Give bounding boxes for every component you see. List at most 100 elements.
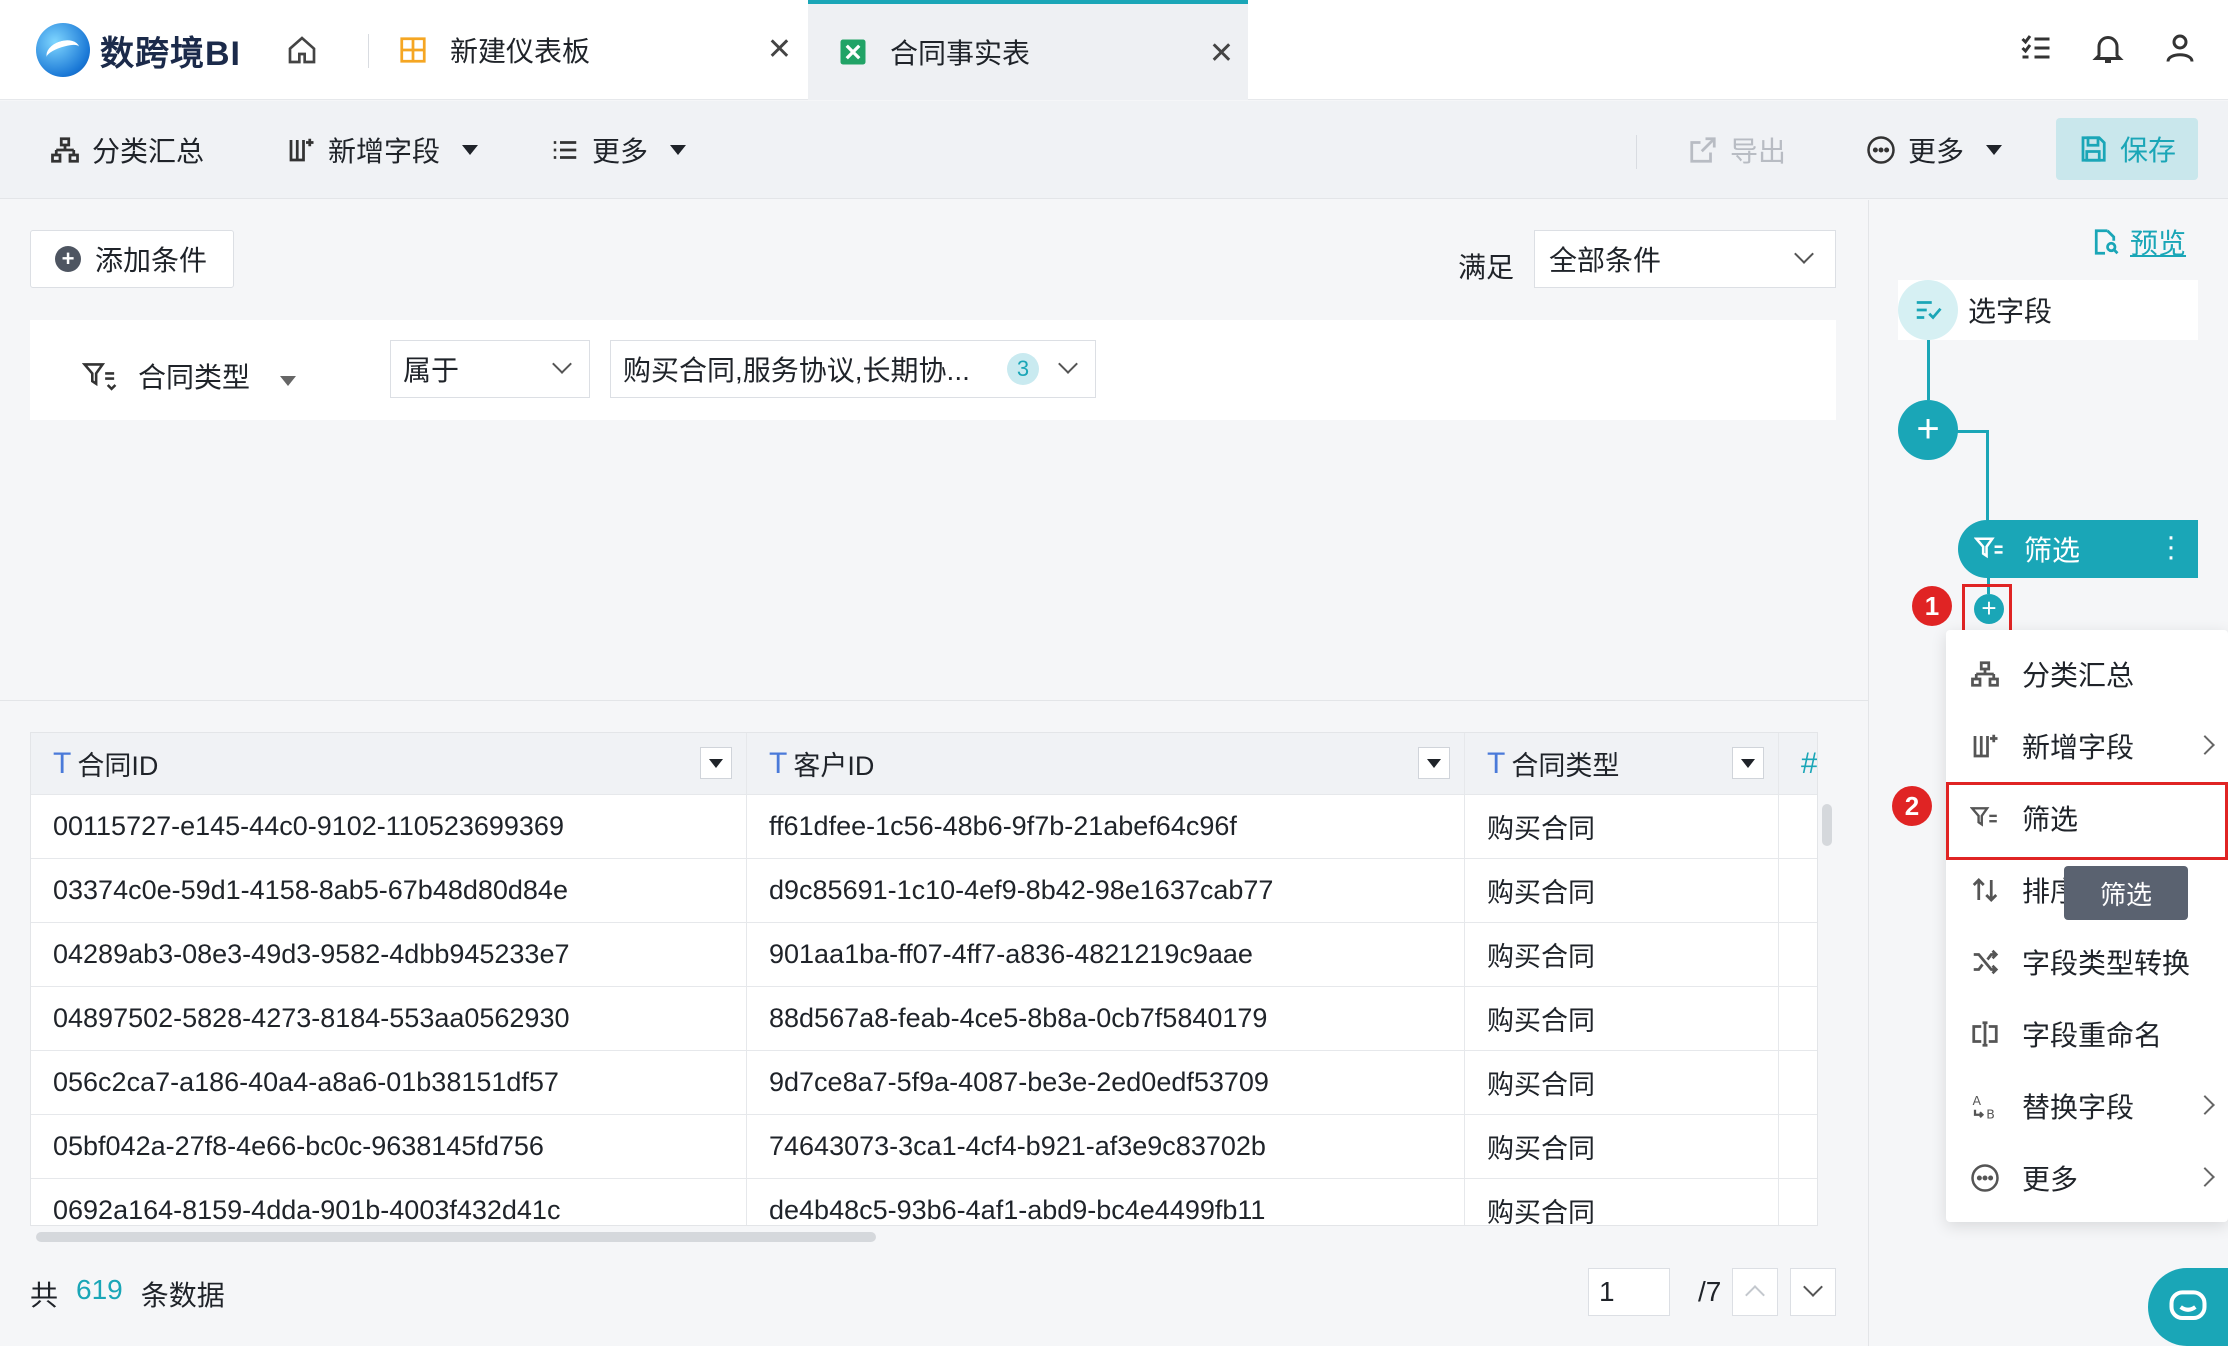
text-type-icon: T: [53, 746, 72, 780]
condition-field-label: 合同类型: [138, 362, 251, 393]
table-cell[interactable]: 9d7ce8a7-5f9a-4087-be3e-2ed0edf53709: [747, 1051, 1465, 1114]
group-summary-button[interactable]: 分类汇总: [50, 129, 204, 171]
condition-value-text: 购买合同,服务协议,长期协...: [623, 355, 970, 386]
group-summary-icon: [51, 137, 79, 163]
column-menu-button[interactable]: [1732, 747, 1764, 779]
prev-page-button[interactable]: [1732, 1268, 1778, 1316]
flow-node-filter[interactable]: 筛选 · · ·: [1958, 520, 2198, 578]
close-icon[interactable]: ✕: [1209, 36, 1234, 71]
vertical-scrollbar[interactable]: [1822, 804, 1832, 846]
table-cell[interactable]: 00115727-e145-44c0-9102-110523699369: [31, 795, 747, 858]
export-button[interactable]: 导出: [1688, 129, 1786, 171]
app-logo[interactable]: 数跨境BI: [36, 22, 241, 78]
table-cell[interactable]: 购买合同: [1465, 795, 1779, 858]
toolbar-separator: [1636, 135, 1637, 169]
table-cell[interactable]: 901aa1ba-ff07-4ff7-a836-4821219c9aae: [747, 923, 1465, 986]
chevron-down-icon: [280, 376, 297, 386]
table-cell[interactable]: 04897502-5828-4273-8184-553aa0562930: [31, 987, 747, 1050]
next-page-button[interactable]: [1790, 1268, 1836, 1316]
task-list-icon[interactable]: [2018, 30, 2054, 66]
condition-field-select[interactable]: 合同类型: [82, 356, 297, 396]
table-row[interactable]: 04897502-5828-4273-8184-553aa0562930 88d5…: [31, 987, 1817, 1051]
table-cell[interactable]: ff61dfee-1c56-48b6-9f7b-21abef64c96f: [747, 795, 1465, 858]
table-cell[interactable]: 购买合同: [1465, 1115, 1779, 1178]
tab-new-dashboard[interactable]: 新建仪表板 ✕: [368, 0, 806, 100]
table-cell[interactable]: 购买合同: [1465, 859, 1779, 922]
menu-item-replace-field[interactable]: AB 替换字段: [1946, 1072, 2228, 1140]
dashboard-icon: [400, 37, 426, 63]
table-cell[interactable]: 74643073-3ca1-4cf4-b921-af3e9c83702b: [747, 1115, 1465, 1178]
table-row[interactable]: 05bf042a-27f8-4e66-bc0c-9638145fd756 7464…: [31, 1115, 1817, 1179]
table-cell[interactable]: 04289ab3-08e3-49d3-9582-4dbb945233e7: [31, 923, 747, 986]
chevron-right-icon: [2195, 735, 2215, 755]
condition-operator-select[interactable]: 属于: [390, 340, 590, 398]
add-step-button[interactable]: +: [1898, 400, 1958, 460]
node-more-icon[interactable]: · · ·: [2166, 522, 2176, 572]
excel-icon: [840, 39, 866, 65]
highlight-box: [1946, 782, 2228, 860]
column-header-contract-type[interactable]: T 合同类型: [1465, 733, 1779, 794]
table-row[interactable]: 04289ab3-08e3-49d3-9582-4dbb945233e7 901a…: [31, 923, 1817, 987]
table-cell[interactable]: 购买合同: [1465, 923, 1779, 986]
table-cell[interactable]: 购买合同: [1465, 1051, 1779, 1114]
column-header-customer-id[interactable]: T 客户ID: [747, 733, 1465, 794]
table-cell[interactable]: [1779, 987, 1817, 1050]
table-cell[interactable]: 03374c0e-59d1-4158-8ab5-67b48d80d84e: [31, 859, 747, 922]
table-cell[interactable]: 0692a164-8159-4dda-901b-4003f432d41c: [31, 1179, 747, 1225]
column-menu-button[interactable]: [1418, 747, 1450, 779]
table-cell[interactable]: [1779, 859, 1817, 922]
close-icon[interactable]: ✕: [767, 32, 792, 67]
home-icon[interactable]: [286, 34, 318, 66]
condition-value-select[interactable]: 购买合同,服务协议,长期协... 3: [610, 340, 1096, 398]
table-row[interactable]: 03374c0e-59d1-4158-8ab5-67b48d80d84e d9c8…: [31, 859, 1817, 923]
table-cell[interactable]: 购买合同: [1465, 1179, 1779, 1225]
menu-item-label: 分类汇总: [2022, 660, 2135, 691]
preview-link[interactable]: 预览: [2090, 222, 2186, 262]
satisfy-select[interactable]: 全部条件: [1534, 230, 1836, 288]
support-chat-button[interactable]: [2148, 1268, 2228, 1346]
table-cell[interactable]: [1779, 795, 1817, 858]
add-condition-button[interactable]: + 添加条件: [30, 230, 234, 288]
sort-icon: [1972, 878, 1998, 902]
more-menu-button[interactable]: 更多: [550, 129, 687, 171]
page-total: /7: [1698, 1276, 1722, 1307]
chevron-down-icon: [552, 354, 572, 374]
preview-icon: [2094, 229, 2119, 255]
add-field-button[interactable]: 新增字段: [286, 129, 479, 171]
column-menu-button[interactable]: [700, 747, 732, 779]
row-count-prefix: 共: [30, 1280, 59, 1311]
menu-item-field-type-convert[interactable]: 字段类型转换: [1946, 928, 2228, 996]
tab-contract-fact-table[interactable]: 合同事实表 ✕: [808, 0, 1248, 100]
table-cell[interactable]: d9c85691-1c10-4ef9-8b42-98e1637cab77: [747, 859, 1465, 922]
table-row[interactable]: 056c2ca7-a186-40a4-a8a6-01b38151df57 9d7c…: [31, 1051, 1817, 1115]
page-number-input[interactable]: 1: [1588, 1268, 1670, 1316]
flow-connector: [1986, 430, 1989, 520]
table-cell[interactable]: [1779, 1115, 1817, 1178]
column-header-contract-id[interactable]: T 合同ID: [31, 733, 747, 794]
table-cell[interactable]: 88d567a8-feab-4ce5-8b8a-0cb7f5840179: [747, 987, 1465, 1050]
column-header-numeric[interactable]: #: [1779, 733, 1818, 794]
table-cell[interactable]: [1779, 923, 1817, 986]
number-type-icon: #: [1801, 746, 1818, 780]
chevron-right-icon: [2195, 1095, 2215, 1115]
table-cell[interactable]: de4b48c5-93b6-4af1-abd9-bc4e4499fb11: [747, 1179, 1465, 1225]
satisfy-label: 满足: [1458, 252, 1515, 283]
table-row[interactable]: 00115727-e145-44c0-9102-110523699369 ff61…: [31, 795, 1817, 859]
menu-item-field-rename[interactable]: 字段重命名: [1946, 1000, 2228, 1068]
menu-item-add-field[interactable]: 新增字段: [1946, 712, 2228, 780]
table-cell[interactable]: 05bf042a-27f8-4e66-bc0c-9638145fd756: [31, 1115, 747, 1178]
horizontal-scrollbar[interactable]: [36, 1232, 876, 1242]
table-row[interactable]: 0692a164-8159-4dda-901b-4003f432d41c de4b…: [31, 1179, 1817, 1225]
table-cell[interactable]: 购买合同: [1465, 987, 1779, 1050]
menu-item-more[interactable]: 更多: [1946, 1144, 2228, 1212]
user-icon[interactable]: [2162, 30, 2198, 66]
save-button[interactable]: 保存: [2056, 118, 2198, 180]
satisfy-value: 全部条件: [1549, 245, 1662, 276]
table-cell[interactable]: [1779, 1179, 1817, 1225]
flow-node-select-fields[interactable]: 选字段: [1898, 280, 2198, 340]
bell-icon[interactable]: [2090, 30, 2126, 66]
table-cell[interactable]: 056c2ca7-a186-40a4-a8a6-01b38151df57: [31, 1051, 747, 1114]
more-right-button[interactable]: 更多: [1866, 129, 2003, 171]
table-cell[interactable]: [1779, 1051, 1817, 1114]
menu-item-group-summary[interactable]: 分类汇总: [1946, 640, 2228, 708]
